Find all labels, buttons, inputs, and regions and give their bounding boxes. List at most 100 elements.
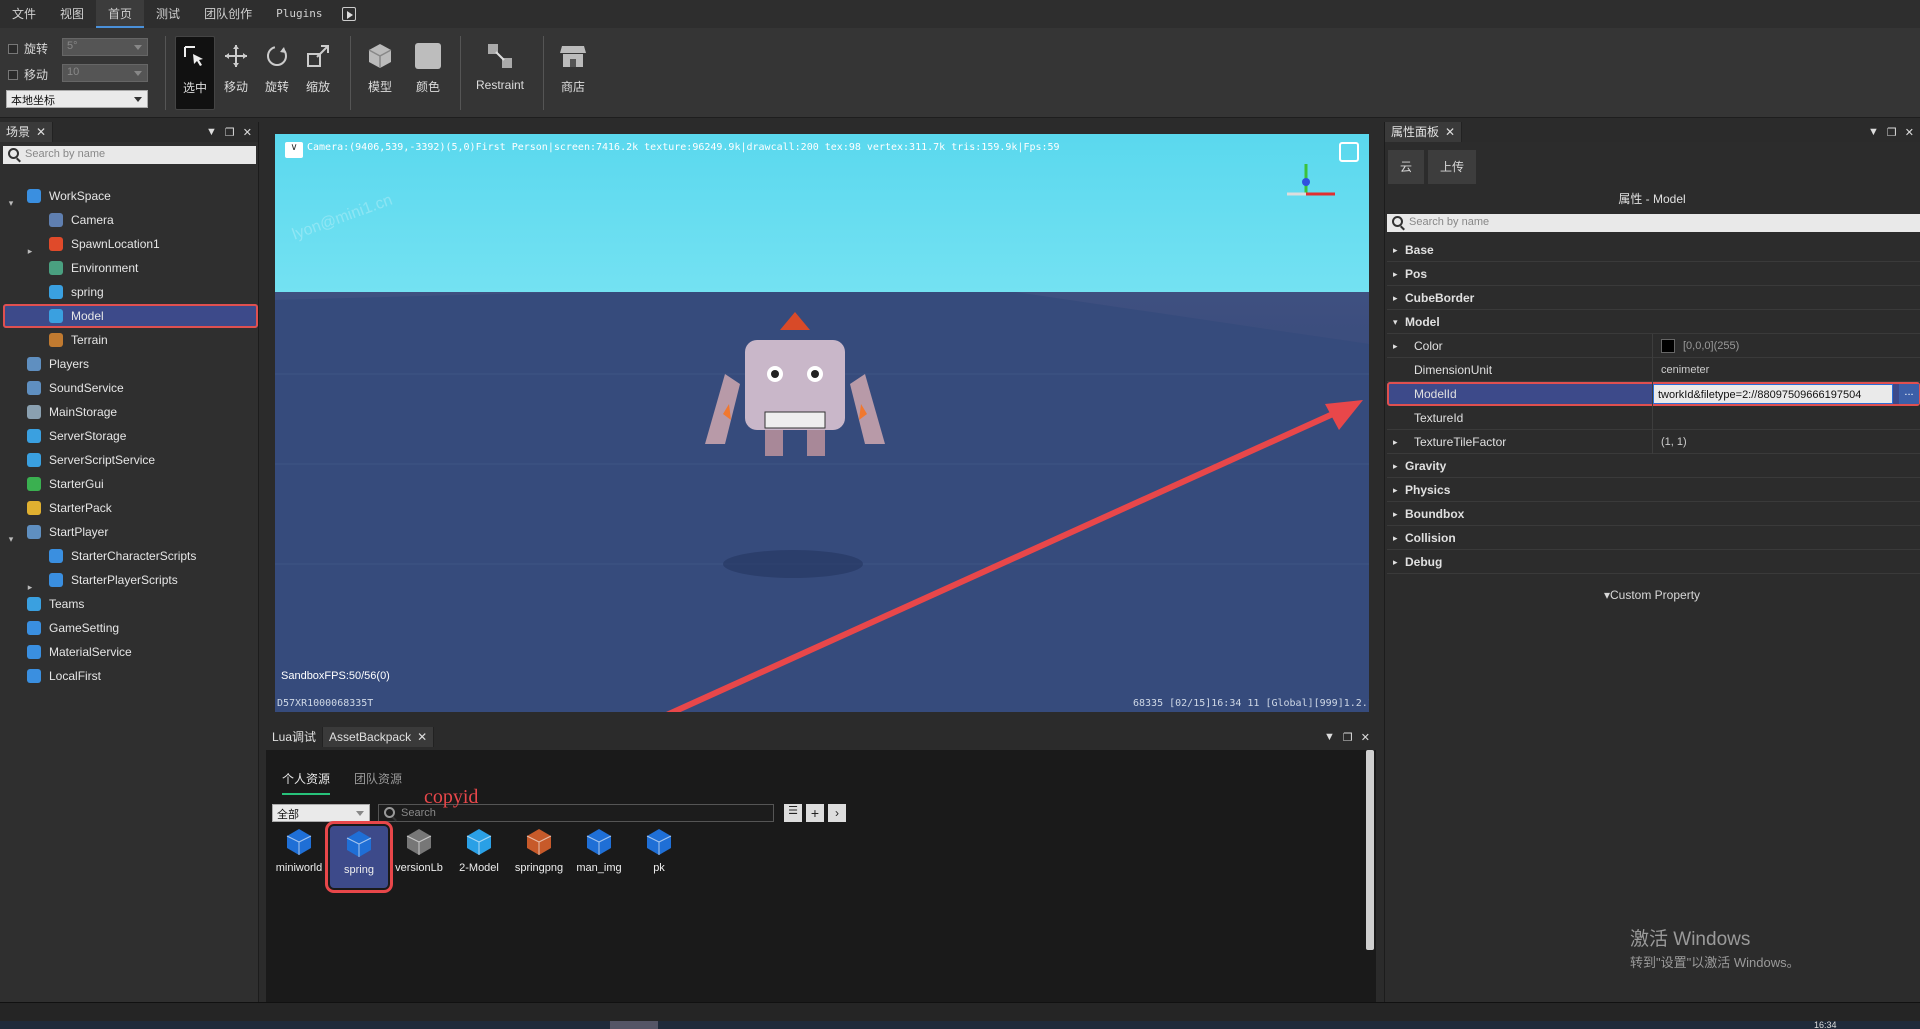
upload-button[interactable]: 上传 (1428, 150, 1476, 184)
property-group[interactable]: ▸ Boundbox (1387, 502, 1920, 526)
game-viewport[interactable]: ∨ Camera:(9406,539,-3392)(5,0)First Pers… (275, 134, 1369, 712)
menu-file[interactable]: 文件 (0, 0, 48, 28)
property-row-texturetilefactor[interactable]: ▸ TextureTileFactor (1, 1) (1387, 430, 1920, 454)
color-tool[interactable]: 颜色 (408, 36, 448, 110)
tab-scene[interactable]: 场景 ✕ (0, 122, 54, 142)
scene-tree-item-startercharacterscripts[interactable]: StarterCharacterScripts (3, 544, 258, 568)
move-checkbox[interactable] (8, 69, 18, 80)
scene-tree-item-environment[interactable]: Environment (3, 256, 258, 280)
scene-tree-item-players[interactable]: Players (3, 352, 258, 376)
scene-tree-item-workspace[interactable]: ▾ WorkSpace (3, 184, 258, 208)
close-icon[interactable]: ✕ (36, 122, 46, 142)
menu-view[interactable]: 视图 (48, 0, 96, 28)
scale-tool[interactable]: 缩放 (298, 36, 338, 110)
play-icon[interactable] (342, 7, 357, 21)
scene-tree-item-gamesetting[interactable]: GameSetting (3, 616, 258, 640)
close-panel-icon[interactable]: ✕ (243, 126, 252, 139)
tab-properties[interactable]: 属性面板 ✕ (1385, 122, 1463, 142)
list-view-icon[interactable]: ☰ (784, 804, 802, 822)
asset-filter-select[interactable]: 全部 (272, 804, 370, 822)
scene-tree-item-model[interactable]: Model (3, 304, 258, 328)
asset-item-versionlb[interactable]: versionLb (390, 826, 448, 874)
property-group[interactable]: ▸ CubeBorder (1387, 286, 1920, 310)
asset-item-spring[interactable]: spring (325, 821, 393, 893)
scene-tree-item-teams[interactable]: Teams (3, 592, 258, 616)
viewport-menu-icon[interactable]: ∨ (285, 142, 303, 158)
property-group[interactable]: ▸ Pos (1387, 262, 1920, 286)
float-icon[interactable]: ❐ (1343, 731, 1353, 744)
dropdown-icon[interactable]: ▼ (1868, 126, 1879, 139)
menu-plugins[interactable]: Plugins (264, 0, 334, 28)
scene-tree-item-serverscriptservice[interactable]: ServerScriptService (3, 448, 258, 472)
asset-item-miniworld[interactable]: miniworld (270, 826, 328, 874)
modelid-input[interactable]: tworkId&filetype=2://88097509666197504 (1653, 384, 1893, 404)
scene-tree-item-localfirst[interactable]: LocalFirst (3, 664, 258, 688)
taskbar-app[interactable] (610, 1021, 658, 1029)
property-group[interactable]: ▸ Physics (1387, 478, 1920, 502)
property-group[interactable]: ▸ Collision (1387, 526, 1920, 550)
property-row-dimensionunit[interactable]: DimensionUnit cenimeter (1387, 358, 1920, 382)
scene-tree-item-starterpack[interactable]: StarterPack (3, 496, 258, 520)
modelid-more-button[interactable]: ... (1899, 384, 1919, 404)
scene-search-input[interactable]: Search by name (3, 146, 256, 164)
asset-scrollbar[interactable] (1366, 750, 1374, 950)
close-panel-icon[interactable]: ✕ (1905, 126, 1914, 139)
close-icon[interactable]: ✕ (417, 727, 427, 747)
property-row-modelid[interactable]: ModelId tworkId&filetype=2://880975096661… (1387, 382, 1920, 406)
expand-icon[interactable]: ▸ (25, 239, 35, 256)
rotate-tool[interactable]: 旋转 (257, 36, 297, 110)
add-icon[interactable]: + (806, 804, 824, 822)
tab-asset-backpack[interactable]: AssetBackpack ✕ (323, 727, 435, 747)
property-group[interactable]: ▸ Debug (1387, 550, 1920, 574)
property-row-textureid[interactable]: TextureId (1387, 406, 1920, 430)
store-tool[interactable]: 商店 (553, 36, 593, 110)
expand-icon[interactable]: ▾ (6, 527, 16, 544)
asset-item-pk[interactable]: pk (630, 826, 688, 874)
chevron-right-icon[interactable]: › (828, 804, 846, 822)
property-group[interactable]: ▸ Gravity (1387, 454, 1920, 478)
property-group[interactable]: ▸ Base (1387, 238, 1920, 262)
rotate-snap-select[interactable]: 5° (62, 38, 148, 56)
scene-tree-item-camera[interactable]: Camera (3, 208, 258, 232)
dropdown-icon[interactable]: ▼ (1324, 731, 1335, 744)
scene-tree-item-terrain[interactable]: Terrain (3, 328, 258, 352)
rotate-checkbox[interactable] (8, 43, 18, 54)
scene-tree-item-serverstorage[interactable]: ServerStorage (3, 424, 258, 448)
property-group[interactable]: ▾ Model (1387, 310, 1920, 334)
move-snap-select[interactable]: 10 (62, 64, 148, 82)
scene-tree-item-materialservice[interactable]: MaterialService (3, 640, 258, 664)
scene-tree-item-startplayer[interactable]: ▾ StartPlayer (3, 520, 258, 544)
expand-icon[interactable]: ▸ (25, 575, 35, 592)
menu-test[interactable]: 测试 (144, 0, 192, 28)
tab-personal-assets[interactable]: 个人资源 (282, 770, 331, 795)
custom-property-toggle[interactable]: ▾Custom Property (1384, 588, 1920, 602)
expand-icon[interactable]: ▾ (6, 191, 16, 208)
select-tool[interactable]: 选中 (175, 36, 215, 110)
float-icon[interactable]: ❐ (1887, 126, 1897, 139)
model-tool[interactable]: 模型 (358, 36, 402, 110)
close-icon[interactable]: ✕ (1445, 122, 1455, 142)
tab-team-assets[interactable]: 团队资源 (354, 770, 402, 787)
tab-lua-debug[interactable]: Lua调试 (266, 727, 324, 747)
move-tool[interactable]: 移动 (216, 36, 256, 110)
menu-team[interactable]: 团队创作 (192, 0, 264, 28)
scene-tree-item-starterplayerscripts[interactable]: ▸ StarterPlayerScripts (3, 568, 258, 592)
coord-space-select[interactable]: 本地坐标 (6, 90, 148, 108)
asset-item-2-model[interactable]: 2-Model (450, 826, 508, 874)
dropdown-icon[interactable]: ▼ (206, 126, 217, 139)
scene-tree-item-mainstorage[interactable]: MainStorage (3, 400, 258, 424)
close-panel-icon[interactable]: ✕ (1361, 731, 1370, 744)
scene-tree-item-spring[interactable]: spring (3, 280, 258, 304)
restraint-tool[interactable]: Restraint (470, 36, 530, 110)
asset-item-springpng[interactable]: springpng (510, 826, 568, 874)
property-row-color[interactable]: ▸ Color [0,0,0](255) (1387, 334, 1920, 358)
scene-tree-item-spawnlocation1[interactable]: ▸ SpawnLocation1 (3, 232, 258, 256)
float-icon[interactable]: ❐ (225, 126, 235, 139)
color-swatch[interactable] (1661, 339, 1675, 353)
scene-tree-item-soundservice[interactable]: SoundService (3, 376, 258, 400)
asset-item-man_img[interactable]: man_img (570, 826, 628, 874)
lock-icon[interactable] (1339, 142, 1359, 162)
scene-tree-item-startergui[interactable]: StarterGui (3, 472, 258, 496)
cloud-button[interactable]: 云 (1388, 150, 1424, 184)
menu-home[interactable]: 首页 (96, 0, 145, 28)
